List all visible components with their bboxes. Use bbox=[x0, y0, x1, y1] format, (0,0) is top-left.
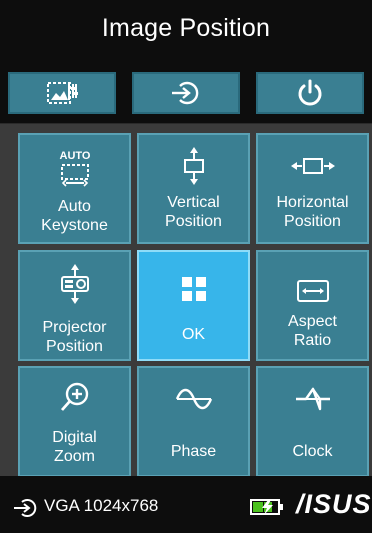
power-icon bbox=[298, 79, 322, 106]
page-title: Image Position bbox=[101, 14, 271, 42]
zoom-in-icon bbox=[20, 380, 129, 414]
clock-button[interactable]: Clock bbox=[256, 366, 369, 477]
aspect-ratio-button[interactable]: Aspect Ratio bbox=[256, 250, 369, 361]
input-source-icon bbox=[172, 81, 199, 105]
tile-label: Projector Position bbox=[42, 319, 107, 355]
source-resolution: VGA 1024x768 bbox=[44, 496, 159, 515]
projector-position-button[interactable]: Projector Position bbox=[18, 250, 131, 361]
projector-remote-panel: Image Position AUTO Auto Keystone Vertic… bbox=[0, 0, 372, 533]
digital-zoom-button[interactable]: Digital Zoom bbox=[18, 366, 131, 477]
input-source-icon bbox=[14, 499, 37, 517]
tile-label: Digital Zoom bbox=[52, 429, 97, 465]
phase-wave-icon bbox=[139, 382, 248, 416]
tile-label: Clock bbox=[292, 443, 333, 460]
aspect-ratio-icon bbox=[258, 274, 367, 308]
tile-label: Aspect Ratio bbox=[288, 313, 337, 349]
tile-label: Phase bbox=[170, 443, 217, 460]
input-source-button[interactable] bbox=[132, 72, 240, 114]
vertical-position-button[interactable]: Vertical Position bbox=[137, 133, 250, 244]
image-settings-icon bbox=[47, 82, 78, 104]
power-button[interactable] bbox=[256, 72, 364, 114]
ok-button[interactable]: OK bbox=[137, 250, 250, 361]
status-bar: VGA 1024x768 /ISUS bbox=[0, 476, 372, 533]
phase-button[interactable]: Phase bbox=[137, 366, 250, 477]
projector-position-icon bbox=[20, 262, 129, 308]
picture-settings-button[interactable] bbox=[8, 72, 116, 114]
auto-badge: AUTO bbox=[59, 150, 90, 162]
brand-logo: /ISUS bbox=[296, 489, 372, 519]
auto-keystone-icon: AUTO bbox=[20, 147, 129, 191]
grid-icon bbox=[139, 272, 248, 306]
auto-keystone-button[interactable]: AUTO Auto Keystone bbox=[18, 133, 131, 244]
vertical-position-icon bbox=[139, 145, 248, 189]
horizontal-position-button[interactable]: Horizontal Position bbox=[256, 133, 369, 244]
tile-label: Horizontal Position bbox=[276, 194, 349, 230]
battery-charging-icon bbox=[250, 499, 283, 515]
tile-label: Vertical Position bbox=[165, 194, 222, 230]
tile-label: OK bbox=[181, 326, 206, 343]
tile-label: Auto Keystone bbox=[41, 198, 108, 234]
horizontal-position-icon bbox=[258, 149, 367, 183]
clock-wave-icon bbox=[258, 382, 367, 416]
